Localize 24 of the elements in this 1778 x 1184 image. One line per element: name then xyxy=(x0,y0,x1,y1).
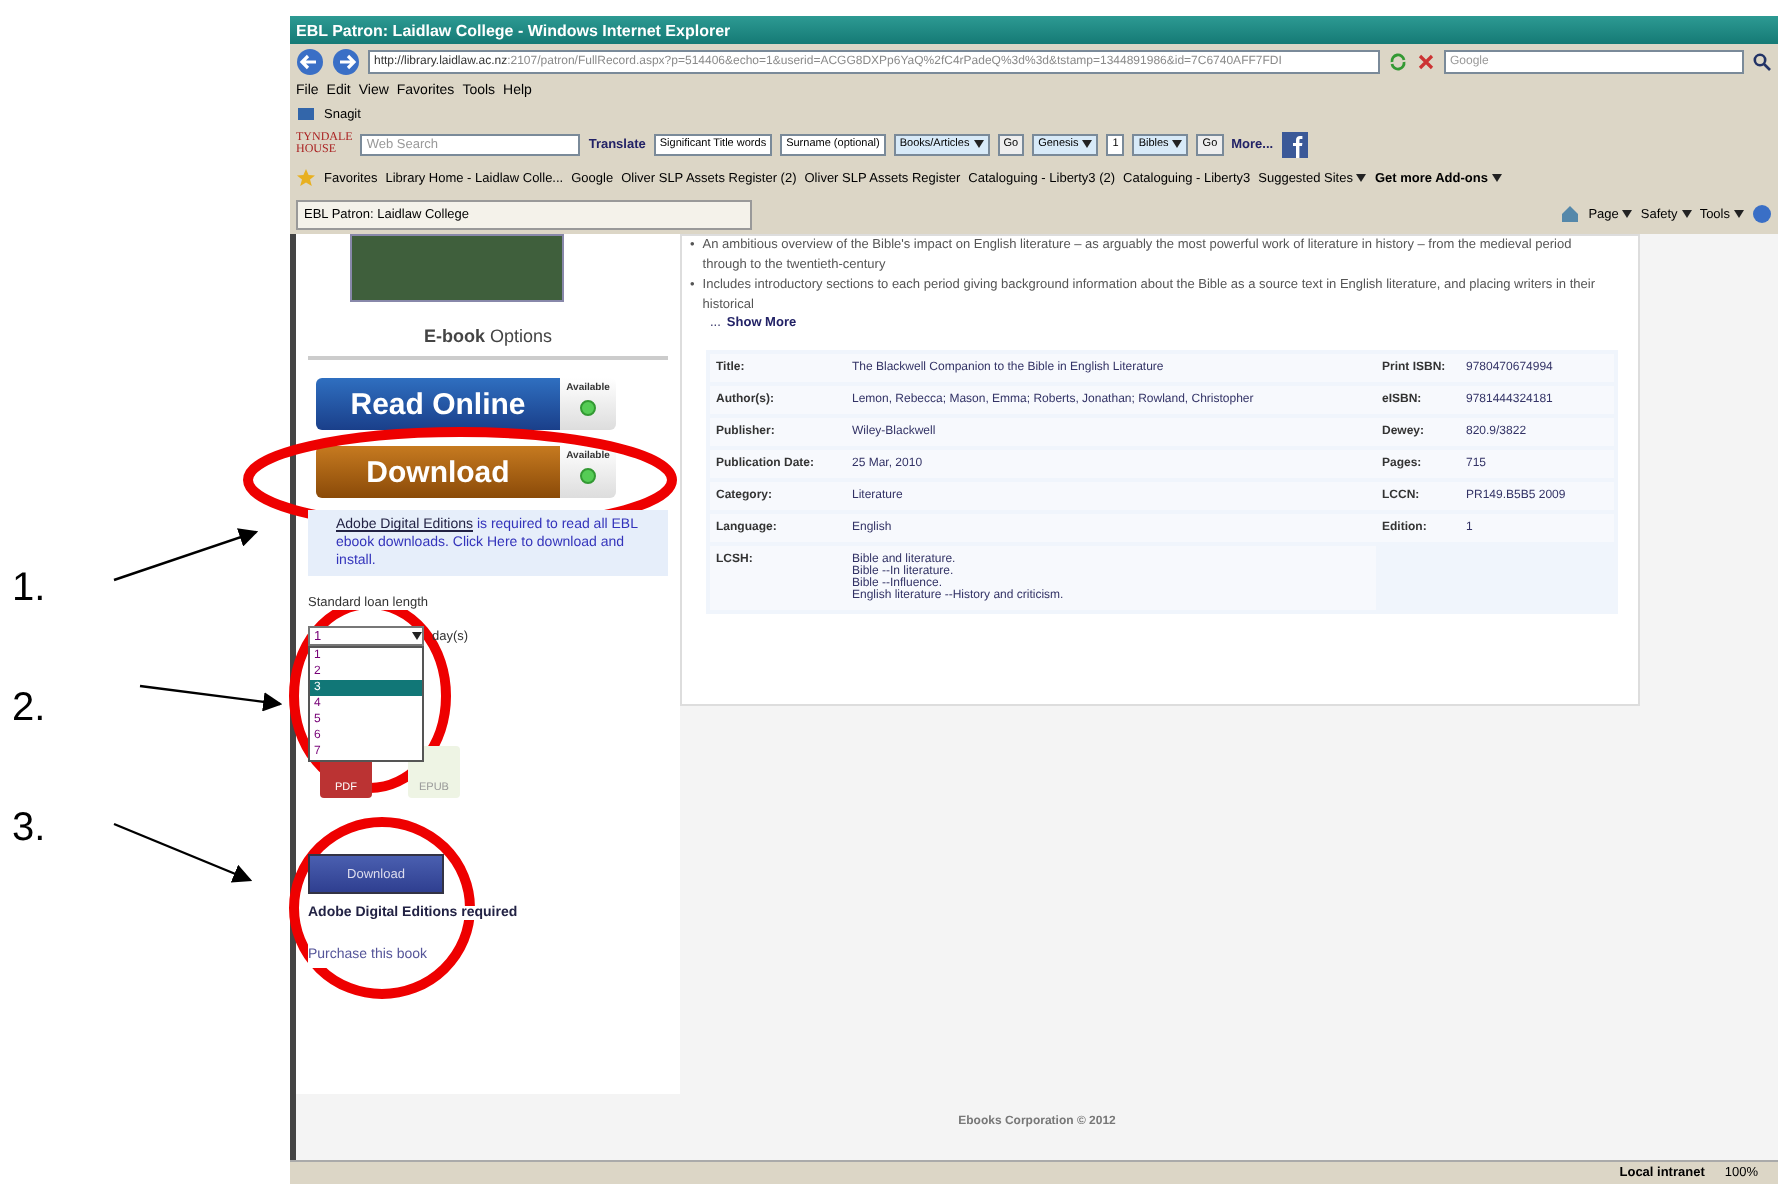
window-title: EBL Patron: Laidlaw College - Windows Internet Explorer xyxy=(296,21,731,39)
annotation-arrow xyxy=(139,684,283,712)
star-icon[interactable] xyxy=(296,168,316,188)
annotation-number: 3. xyxy=(12,806,46,852)
stop-icon[interactable] xyxy=(1416,51,1436,71)
refresh-icon[interactable] xyxy=(1388,51,1408,71)
caret-icon xyxy=(412,632,422,640)
caret-icon xyxy=(973,140,984,148)
annotation-arrow xyxy=(113,822,253,883)
home-icon[interactable] xyxy=(1560,204,1581,224)
facebook-icon[interactable] xyxy=(1281,131,1308,157)
caret-icon xyxy=(1622,210,1633,218)
caret-icon xyxy=(1681,210,1692,218)
section-heading: E-book Options xyxy=(308,326,668,360)
caret-icon xyxy=(1172,140,1183,148)
annotation-number: 2. xyxy=(12,686,46,732)
caret-icon xyxy=(1356,174,1367,182)
caret-icon xyxy=(1491,174,1502,182)
caret-icon xyxy=(1734,210,1744,218)
caret-icon xyxy=(1082,140,1093,148)
forward-button[interactable] xyxy=(332,47,360,75)
search-icon[interactable] xyxy=(1752,51,1772,71)
back-button[interactable] xyxy=(296,47,324,75)
annotation-number: 1. xyxy=(12,566,46,612)
